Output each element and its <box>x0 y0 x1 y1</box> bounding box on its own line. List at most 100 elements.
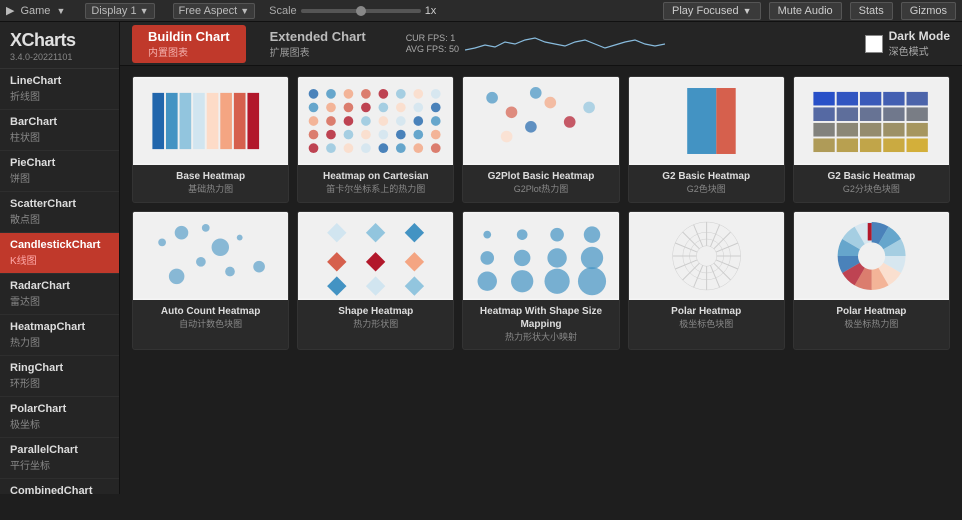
content-area: Buildin Chart内置图表Extended Chart扩展图表 CUR … <box>120 22 962 494</box>
game-label: Game <box>20 5 50 17</box>
game-dropdown-arrow: ▼ <box>56 6 65 16</box>
chart-card-subtitle: 热力形状大小映射 <box>501 332 581 344</box>
sidebar-item-label-cn: 散点图 <box>10 211 109 226</box>
game-icon: ▶ <box>6 4 14 17</box>
chart-card[interactable]: Shape Heatmap热力形状图 <box>297 211 454 351</box>
chart-thumbnail <box>298 212 453 300</box>
chart-card[interactable]: G2Plot Basic HeatmapG2Plot热力图 <box>462 76 619 203</box>
chart-thumbnail <box>629 212 784 300</box>
sidebar-item-parallelchart[interactable]: ParallelChart 平行坐标 <box>0 438 119 479</box>
sidebar-item-candlestickchart[interactable]: CandlestickChart K线图 <box>0 233 119 274</box>
chart-thumbnail <box>463 212 618 300</box>
chart-thumbnail <box>629 77 784 165</box>
dark-mode-checkbox[interactable] <box>865 35 883 53</box>
sidebar: XCharts 3.4.0-20221101 LineChart 折线图 Bar… <box>0 22 120 494</box>
chart-card-title: Heatmap on Cartesian <box>319 170 433 183</box>
chart-thumbnail <box>298 77 453 165</box>
tabs-container: Buildin Chart内置图表Extended Chart扩展图表 <box>132 25 386 63</box>
brand: XCharts 3.4.0-20221101 <box>0 22 119 69</box>
sidebar-items: LineChart 折线图 BarChart 柱状图 PieChart 饼图 S… <box>0 69 119 494</box>
fps-sparkline <box>465 30 665 58</box>
sidebar-item-label-cn: 热力图 <box>10 334 109 349</box>
sidebar-item-label-en: ScatterChart <box>10 198 109 210</box>
top-bar: ▶ Game ▼ Display 1 ▼ Free Aspect ▼ Scale… <box>0 0 962 22</box>
chart-thumbnail <box>133 212 288 300</box>
aspect-dropdown[interactable]: Free Aspect ▼ <box>173 3 256 19</box>
sidebar-item-scatterchart[interactable]: ScatterChart 散点图 <box>0 192 119 233</box>
dark-mode-labels: Dark Mode 深色模式 <box>889 29 950 58</box>
sidebar-item-label-en: PieChart <box>10 157 109 169</box>
tab-sublabel: 扩展图表 <box>270 44 366 59</box>
sidebar-item-heatmapchart[interactable]: HeatmapChart 热力图 <box>0 315 119 356</box>
brand-title: XCharts <box>10 30 109 51</box>
chart-card-title: G2Plot Basic Heatmap <box>484 170 599 183</box>
sidebar-item-label-cn: 柱状图 <box>10 129 109 144</box>
chart-card-subtitle: G2Plot热力图 <box>510 184 573 196</box>
chart-card-title: G2 Basic Heatmap <box>823 170 919 183</box>
chart-card[interactable]: Polar Heatmap极坐标热力图 <box>793 211 950 351</box>
brand-version: 3.4.0-20221101 <box>10 52 109 62</box>
chart-card-subtitle: G2分块色块图 <box>839 184 904 196</box>
chart-card-title: Auto Count Heatmap <box>157 305 264 318</box>
chart-thumbnail <box>463 77 618 165</box>
stats-btn[interactable]: Stats <box>850 2 893 20</box>
sidebar-item-label-cn: 平行坐标 <box>10 457 109 472</box>
scale-slider[interactable] <box>301 9 421 13</box>
play-focused-label: Play Focused <box>672 5 739 17</box>
sidebar-item-label-en: CombinedChart <box>10 485 109 494</box>
mute-audio-btn[interactable]: Mute Audio <box>769 2 842 20</box>
sidebar-item-label-cn: 折线图 <box>10 88 109 103</box>
sidebar-item-ringchart[interactable]: RingChart 环形图 <box>0 356 119 397</box>
chart-card-subtitle: 极坐标色块图 <box>675 319 737 331</box>
chart-card-subtitle: 极坐标热力图 <box>840 319 902 331</box>
chart-card-subtitle: G2色块图 <box>683 184 730 196</box>
chart-card[interactable]: Heatmap on Cartesian笛卡尔坐标系上的热力图 <box>297 76 454 203</box>
sidebar-item-combinedchart[interactable]: CombinedChart 组合图 <box>0 479 119 494</box>
fps-display: CUR FPS: 1 AVG FPS: 50 <box>406 33 459 54</box>
chart-card-subtitle: 基础热力图 <box>184 184 237 196</box>
sidebar-item-label-en: CandlestickChart <box>10 239 109 251</box>
sidebar-item-label-cn: 环形图 <box>10 375 109 390</box>
dark-mode-toggle[interactable]: Dark Mode 深色模式 <box>865 29 950 58</box>
sidebar-item-linechart[interactable]: LineChart 折线图 <box>0 69 119 110</box>
play-focused-arrow: ▼ <box>743 6 752 16</box>
aspect-arrow: ▼ <box>240 6 249 16</box>
tab-btn-0[interactable]: Buildin Chart内置图表 <box>132 25 246 63</box>
chart-card-title: Base Heatmap <box>172 170 249 183</box>
chart-card[interactable]: G2 Basic HeatmapG2色块图 <box>628 76 785 203</box>
sidebar-item-label-en: RadarChart <box>10 280 109 292</box>
toolbar-right: Play Focused ▼ Mute Audio Stats Gizmos <box>663 2 956 20</box>
gizmos-btn[interactable]: Gizmos <box>901 2 956 20</box>
sidebar-item-label-cn: 极坐标 <box>10 416 109 431</box>
chart-card[interactable]: Base Heatmap基础热力图 <box>132 76 289 203</box>
chart-thumbnail <box>794 77 949 165</box>
sidebar-item-label-en: LineChart <box>10 75 109 87</box>
sidebar-item-barchart[interactable]: BarChart 柱状图 <box>0 110 119 151</box>
chart-card-subtitle: 热力形状图 <box>349 319 402 331</box>
chart-card-title: Shape Heatmap <box>334 305 417 318</box>
sidebar-item-piechart[interactable]: PieChart 饼图 <box>0 151 119 192</box>
display-dropdown[interactable]: Display 1 ▼ <box>85 3 154 19</box>
sidebar-item-label-en: PolarChart <box>10 403 109 415</box>
sidebar-item-label-en: RingChart <box>10 362 109 374</box>
chart-grid: Base Heatmap基础热力图Heatmap on Cartesian笛卡尔… <box>120 66 962 494</box>
chart-card-title: Polar Heatmap <box>667 305 745 318</box>
sidebar-item-label-en: HeatmapChart <box>10 321 109 333</box>
chart-card-title: Heatmap With Shape Size Mapping <box>463 305 618 331</box>
tab-btn-1[interactable]: Extended Chart扩展图表 <box>254 25 382 63</box>
chart-card[interactable]: Heatmap With Shape Size Mapping热力形状大小映射 <box>462 211 619 351</box>
chart-card-subtitle: 笛卡尔坐标系上的热力图 <box>322 184 429 196</box>
chart-card[interactable]: Polar Heatmap极坐标色块图 <box>628 211 785 351</box>
chart-card[interactable]: G2 Basic HeatmapG2分块色块图 <box>793 76 950 203</box>
sidebar-item-label-en: ParallelChart <box>10 444 109 456</box>
sidebar-item-polarchart[interactable]: PolarChart 极坐标 <box>0 397 119 438</box>
chart-thumbnail <box>794 212 949 300</box>
chart-card-title: G2 Basic Heatmap <box>658 170 754 183</box>
sidebar-item-label-en: BarChart <box>10 116 109 128</box>
avg-fps: AVG FPS: 50 <box>406 44 459 54</box>
play-focused-btn[interactable]: Play Focused ▼ <box>663 2 761 20</box>
sidebar-item-label-cn: K线图 <box>10 252 109 267</box>
chart-card[interactable]: Auto Count Heatmap自动计数色块图 <box>132 211 289 351</box>
sidebar-item-label-cn: 雷达图 <box>10 293 109 308</box>
sidebar-item-radarchart[interactable]: RadarChart 雷达图 <box>0 274 119 315</box>
